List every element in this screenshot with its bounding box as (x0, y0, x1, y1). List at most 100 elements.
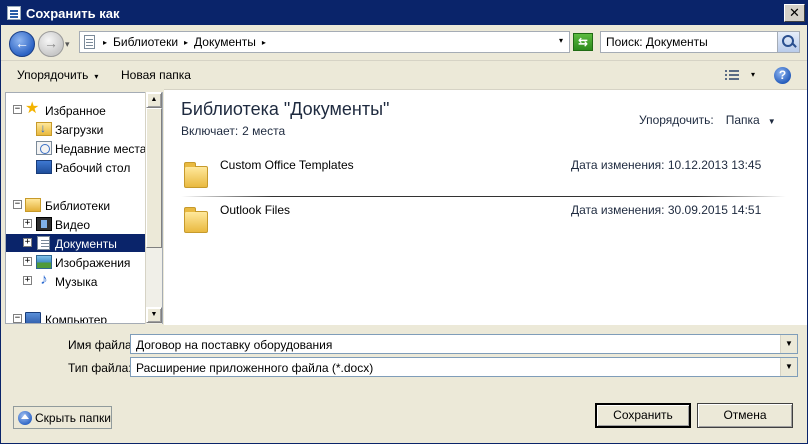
modified-label: Дата изменения: (571, 203, 665, 217)
tree-item-pictures[interactable]: + Изображения (6, 253, 145, 271)
close-button[interactable]: ✕ (784, 4, 805, 22)
file-modified: Дата изменения: 10.12.2013 13:45 (571, 158, 761, 172)
new-folder-button[interactable]: Новая папка (121, 68, 191, 82)
content-pane: Библиотека "Документы" Включает: 2 места … (164, 89, 807, 325)
scroll-thumb[interactable] (146, 108, 162, 248)
library-includes: Включает: 2 места (181, 124, 285, 138)
includes-locations-link[interactable]: 2 места (242, 124, 285, 138)
tree-item-recent-places[interactable]: Недавние места (6, 139, 147, 157)
folder-icon (184, 162, 208, 188)
library-title: Библиотека "Документы" (181, 99, 390, 119)
modified-label: Дата изменения: (571, 158, 665, 172)
downloads-icon (36, 121, 52, 136)
tree-item-label: Изображения (55, 256, 131, 270)
filetype-select[interactable]: Расширение приложенного файла (*.docx) ▼ (130, 357, 798, 377)
tree-item-desktop[interactable]: Рабочий стол (6, 158, 145, 176)
tree-item-music[interactable]: + ♪ Музыка (6, 272, 145, 290)
breadcrumb-separator-icon[interactable]: ▸ (103, 38, 107, 47)
navigation-pane: − ★ Избранное Загрузки Недавние места Ра… (5, 92, 163, 324)
modified-value: 10.12.2013 13:45 (667, 158, 762, 172)
save-as-dialog: Сохранить как ✕ ← → ▾ ▸ Библиотеки ▸ Док… (0, 0, 808, 444)
window-title: Сохранить как (26, 5, 120, 21)
modified-value: 30.09.2015 14:51 (667, 203, 762, 217)
expand-icon[interactable]: + (23, 257, 32, 266)
breadcrumb-libraries[interactable]: Библиотеки (113, 35, 178, 49)
documents-icon (84, 35, 95, 49)
breadcrumb-documents[interactable]: Документы (194, 35, 256, 49)
save-fields: Имя файла: Договор на поставку оборудова… (1, 325, 807, 383)
breadcrumb-separator-icon[interactable]: ▸ (262, 38, 266, 47)
libraries-icon (25, 198, 41, 212)
back-button[interactable]: ← (9, 31, 35, 57)
hide-folders-label: Скрыть папки (35, 410, 111, 425)
tree-item-label: Избранное (45, 104, 106, 118)
tree-item-downloads[interactable]: Загрузки (6, 120, 145, 138)
search-box[interactable] (600, 31, 800, 53)
recent-places-icon (36, 141, 52, 155)
filename-input[interactable]: Договор на поставку оборудования (136, 338, 332, 352)
row-divider (181, 196, 786, 197)
tree-item-documents[interactable]: + Документы (6, 234, 145, 252)
tree-item-label: Видео (55, 218, 91, 232)
tree-item-label: Компьютер (45, 313, 108, 324)
title-bar: Сохранить как ✕ (1, 1, 807, 25)
refresh-button[interactable]: ⇆ (573, 33, 593, 51)
star-icon: ★ (25, 100, 40, 117)
history-dropdown[interactable]: ▾ (65, 39, 70, 50)
chevron-down-icon[interactable]: ▼ (780, 358, 797, 376)
file-name[interactable]: Outlook Files (220, 203, 290, 217)
tree-item-favorites[interactable]: − ★ Избранное (6, 101, 145, 119)
search-input[interactable] (601, 32, 771, 52)
organize-menu[interactable]: Упорядочить ▾ (17, 68, 98, 82)
file-modified: Дата изменения: 30.09.2015 14:51 (571, 203, 761, 217)
expand-icon[interactable]: + (23, 276, 32, 285)
address-bar[interactable]: ▸ Библиотеки ▸ Документы ▸ ▾ (79, 31, 570, 53)
scroll-up-button[interactable]: ▲ (146, 92, 162, 108)
forward-button[interactable]: → (38, 31, 64, 57)
filetype-value[interactable]: Расширение приложенного файла (*.docx) (136, 361, 373, 375)
video-icon (36, 217, 52, 231)
tree-item-video[interactable]: + Видео (6, 215, 145, 233)
view-options-icon[interactable] (725, 68, 739, 82)
expand-icon[interactable]: + (23, 219, 32, 228)
filetype-label: Тип файла: (68, 361, 132, 375)
view-dropdown-icon[interactable]: ▾ (751, 70, 755, 79)
navigation-scrollbar[interactable]: ▲ ▼ (145, 92, 162, 324)
collapse-icon[interactable]: − (13, 314, 22, 323)
tree-item-computer[interactable]: − Компьютер (6, 310, 145, 324)
chevron-down-icon[interactable]: ▼ (780, 335, 797, 353)
address-dropdown-icon[interactable]: ▾ (559, 36, 563, 45)
arrange-label: Упорядочить: (639, 113, 714, 127)
music-icon: ♪ (40, 271, 48, 288)
arrange-value[interactable]: Папка (726, 113, 760, 127)
search-icon[interactable] (777, 32, 799, 52)
hide-folders-button[interactable]: Скрыть папки (13, 406, 112, 429)
collapse-icon[interactable]: − (13, 200, 22, 209)
tree-item-label: Библиотеки (45, 199, 111, 213)
save-button[interactable]: Сохранить (595, 403, 691, 428)
filename-combobox[interactable]: Договор на поставку оборудования ▼ (130, 334, 798, 354)
navigation-bar: ← → ▾ ▸ Библиотеки ▸ Документы ▸ ▾ ⇆ (1, 25, 807, 61)
filename-label: Имя файла: (68, 338, 135, 352)
includes-label: Включает: (181, 124, 239, 138)
file-row[interactable]: Outlook Files Дата изменения: 30.09.2015… (181, 203, 781, 247)
tree-item-label: Недавние места (55, 142, 147, 156)
tree-item-label: Документы (55, 237, 117, 251)
help-icon[interactable]: ? (774, 67, 791, 84)
window-icon (7, 6, 21, 20)
expand-icon[interactable]: + (23, 238, 32, 247)
collapse-icon[interactable]: − (13, 105, 22, 114)
command-bar: Упорядочить ▾ Новая папка ▾ ? (1, 62, 807, 89)
documents-icon (37, 236, 50, 250)
chevron-up-icon (18, 410, 32, 425)
arrange-by[interactable]: Упорядочить: Папка ▼ (639, 113, 776, 127)
tree-item-libraries[interactable]: − Библиотеки (6, 196, 145, 214)
cancel-button[interactable]: Отмена (697, 403, 793, 428)
scroll-down-button[interactable]: ▼ (146, 307, 162, 323)
breadcrumb-separator-icon[interactable]: ▸ (184, 38, 188, 47)
file-name[interactable]: Custom Office Templates (220, 158, 354, 172)
folder-icon (184, 207, 208, 233)
pictures-icon (36, 255, 52, 269)
chevron-down-icon: ▾ (94, 72, 99, 81)
chevron-down-icon[interactable]: ▼ (768, 117, 776, 126)
